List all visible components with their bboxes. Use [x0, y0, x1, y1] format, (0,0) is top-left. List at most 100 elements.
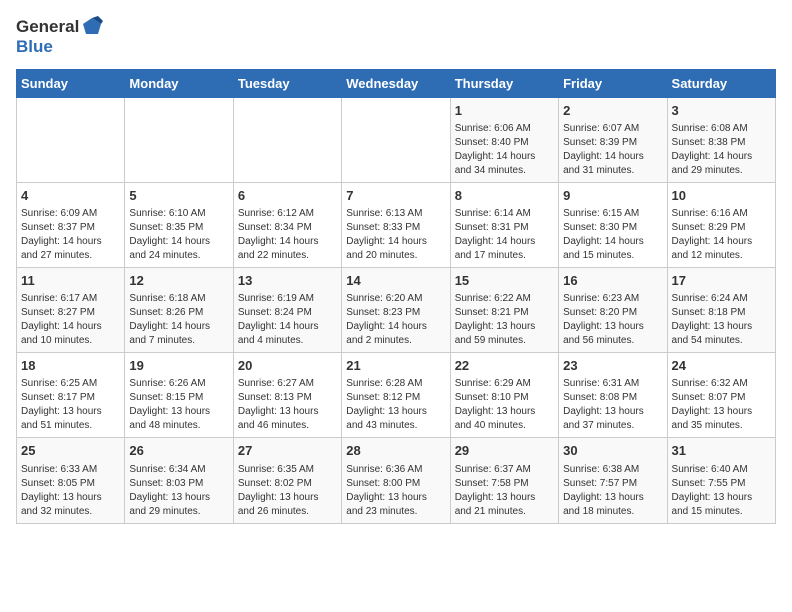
header-row: SundayMondayTuesdayWednesdayThursdayFrid…	[17, 69, 776, 97]
header-cell-friday: Friday	[559, 69, 667, 97]
day-number: 19	[129, 357, 228, 375]
day-content: Sunrise: 6:10 AM Sunset: 8:35 PM Dayligh…	[129, 207, 228, 263]
day-cell: 21 Sunrise: 6:28 AM Sunset: 8:12 PM Dayli…	[342, 353, 450, 438]
day-number: 20	[238, 357, 337, 375]
day-cell: 7 Sunrise: 6:13 AM Sunset: 8:33 PM Daylig…	[342, 182, 450, 267]
day-content: Sunrise: 6:28 AM Sunset: 8:12 PM Dayligh…	[346, 377, 445, 433]
day-cell: 4Sunrise: 6:09 AM Sunset: 8:37 PM Daylig…	[17, 182, 125, 267]
day-content: Sunrise: 6:22 AM Sunset: 8:21 PM Dayligh…	[455, 292, 554, 348]
day-content: Sunrise: 6:07 AM Sunset: 8:39 PM Dayligh…	[563, 122, 662, 178]
day-cell: 29 Sunrise: 6:37 AM Sunset: 7:58 PM Dayli…	[450, 438, 558, 523]
day-number: 6	[238, 187, 337, 205]
header-cell-wednesday: Wednesday	[342, 69, 450, 97]
week-row-1: 1Sunrise: 6:06 AM Sunset: 8:40 PM Daylig…	[17, 97, 776, 182]
day-number: 28	[346, 442, 445, 460]
logo-text: General Blue	[16, 16, 103, 57]
day-number: 29	[455, 442, 554, 460]
day-number: 27	[238, 442, 337, 460]
day-cell: 12 Sunrise: 6:18 AM Sunset: 8:26 PM Dayli…	[125, 268, 233, 353]
day-content: Sunrise: 6:24 AM Sunset: 8:18 PM Dayligh…	[672, 292, 771, 348]
day-cell	[125, 97, 233, 182]
day-content: Sunrise: 6:08 AM Sunset: 8:38 PM Dayligh…	[672, 122, 771, 178]
day-cell: 15 Sunrise: 6:22 AM Sunset: 8:21 PM Dayli…	[450, 268, 558, 353]
day-cell: 18Sunrise: 6:25 AM Sunset: 8:17 PM Dayli…	[17, 353, 125, 438]
header-cell-tuesday: Tuesday	[233, 69, 341, 97]
day-number: 30	[563, 442, 662, 460]
day-number: 7	[346, 187, 445, 205]
logo-general: General	[16, 18, 79, 37]
day-cell: 11 Sunrise: 6:17 AM Sunset: 8:27 PM Dayli…	[17, 268, 125, 353]
day-content: Sunrise: 6:13 AM Sunset: 8:33 PM Dayligh…	[346, 207, 445, 263]
header-cell-thursday: Thursday	[450, 69, 558, 97]
day-cell: 16 Sunrise: 6:23 AM Sunset: 8:20 PM Dayli…	[559, 268, 667, 353]
day-number: 2	[563, 102, 662, 120]
day-cell: 8 Sunrise: 6:14 AM Sunset: 8:31 PM Daylig…	[450, 182, 558, 267]
day-number: 5	[129, 187, 228, 205]
day-number: 3	[672, 102, 771, 120]
day-cell: 6 Sunrise: 6:12 AM Sunset: 8:34 PM Daylig…	[233, 182, 341, 267]
day-cell: 26 Sunrise: 6:34 AM Sunset: 8:03 PM Dayli…	[125, 438, 233, 523]
logo-bird-icon	[81, 16, 103, 38]
day-number: 26	[129, 442, 228, 460]
day-cell	[233, 97, 341, 182]
logo-blue: Blue	[16, 38, 103, 57]
header: General Blue	[16, 16, 776, 57]
day-cell	[342, 97, 450, 182]
day-number: 31	[672, 442, 771, 460]
day-number: 14	[346, 272, 445, 290]
day-content: Sunrise: 6:06 AM Sunset: 8:40 PM Dayligh…	[455, 122, 554, 178]
week-row-3: 11 Sunrise: 6:17 AM Sunset: 8:27 PM Dayli…	[17, 268, 776, 353]
day-content: Sunrise: 6:19 AM Sunset: 8:24 PM Dayligh…	[238, 292, 337, 348]
day-number: 12	[129, 272, 228, 290]
day-cell: 27 Sunrise: 6:35 AM Sunset: 8:02 PM Dayli…	[233, 438, 341, 523]
day-cell: 28 Sunrise: 6:36 AM Sunset: 8:00 PM Dayli…	[342, 438, 450, 523]
day-content: Sunrise: 6:12 AM Sunset: 8:34 PM Dayligh…	[238, 207, 337, 263]
day-cell: 17Sunrise: 6:24 AM Sunset: 8:18 PM Dayli…	[667, 268, 775, 353]
day-number: 13	[238, 272, 337, 290]
day-content: Sunrise: 6:18 AM Sunset: 8:26 PM Dayligh…	[129, 292, 228, 348]
day-content: Sunrise: 6:25 AM Sunset: 8:17 PM Dayligh…	[21, 377, 120, 433]
day-content: Sunrise: 6:32 AM Sunset: 8:07 PM Dayligh…	[672, 377, 771, 433]
day-number: 22	[455, 357, 554, 375]
day-cell: 25 Sunrise: 6:33 AM Sunset: 8:05 PM Dayli…	[17, 438, 125, 523]
day-number: 21	[346, 357, 445, 375]
day-cell: 19 Sunrise: 6:26 AM Sunset: 8:15 PM Dayli…	[125, 353, 233, 438]
header-cell-sunday: Sunday	[17, 69, 125, 97]
day-content: Sunrise: 6:17 AM Sunset: 8:27 PM Dayligh…	[21, 292, 120, 348]
day-content: Sunrise: 6:40 AM Sunset: 7:55 PM Dayligh…	[672, 463, 771, 519]
calendar-table: SundayMondayTuesdayWednesdayThursdayFrid…	[16, 69, 776, 524]
day-number: 25	[21, 442, 120, 460]
day-number: 24	[672, 357, 771, 375]
day-number: 4	[21, 187, 120, 205]
day-content: Sunrise: 6:37 AM Sunset: 7:58 PM Dayligh…	[455, 463, 554, 519]
day-content: Sunrise: 6:38 AM Sunset: 7:57 PM Dayligh…	[563, 463, 662, 519]
day-number: 15	[455, 272, 554, 290]
day-content: Sunrise: 6:23 AM Sunset: 8:20 PM Dayligh…	[563, 292, 662, 348]
day-content: Sunrise: 6:35 AM Sunset: 8:02 PM Dayligh…	[238, 463, 337, 519]
day-cell: 9Sunrise: 6:15 AM Sunset: 8:30 PM Daylig…	[559, 182, 667, 267]
day-number: 8	[455, 187, 554, 205]
day-content: Sunrise: 6:34 AM Sunset: 8:03 PM Dayligh…	[129, 463, 228, 519]
day-content: Sunrise: 6:29 AM Sunset: 8:10 PM Dayligh…	[455, 377, 554, 433]
day-content: Sunrise: 6:27 AM Sunset: 8:13 PM Dayligh…	[238, 377, 337, 433]
day-content: Sunrise: 6:20 AM Sunset: 8:23 PM Dayligh…	[346, 292, 445, 348]
day-content: Sunrise: 6:33 AM Sunset: 8:05 PM Dayligh…	[21, 463, 120, 519]
week-row-2: 4Sunrise: 6:09 AM Sunset: 8:37 PM Daylig…	[17, 182, 776, 267]
day-cell: 13 Sunrise: 6:19 AM Sunset: 8:24 PM Dayli…	[233, 268, 341, 353]
day-content: Sunrise: 6:14 AM Sunset: 8:31 PM Dayligh…	[455, 207, 554, 263]
day-content: Sunrise: 6:36 AM Sunset: 8:00 PM Dayligh…	[346, 463, 445, 519]
day-number: 9	[563, 187, 662, 205]
week-row-5: 25 Sunrise: 6:33 AM Sunset: 8:05 PM Dayli…	[17, 438, 776, 523]
day-content: Sunrise: 6:26 AM Sunset: 8:15 PM Dayligh…	[129, 377, 228, 433]
day-number: 10	[672, 187, 771, 205]
day-cell: 14 Sunrise: 6:20 AM Sunset: 8:23 PM Dayli…	[342, 268, 450, 353]
header-cell-saturday: Saturday	[667, 69, 775, 97]
logo: General Blue	[16, 16, 103, 57]
day-number: 16	[563, 272, 662, 290]
day-cell: 5 Sunrise: 6:10 AM Sunset: 8:35 PM Daylig…	[125, 182, 233, 267]
day-number: 11	[21, 272, 120, 290]
header-cell-monday: Monday	[125, 69, 233, 97]
day-cell	[17, 97, 125, 182]
day-cell: 31 Sunrise: 6:40 AM Sunset: 7:55 PM Dayli…	[667, 438, 775, 523]
day-cell: 22 Sunrise: 6:29 AM Sunset: 8:10 PM Dayli…	[450, 353, 558, 438]
